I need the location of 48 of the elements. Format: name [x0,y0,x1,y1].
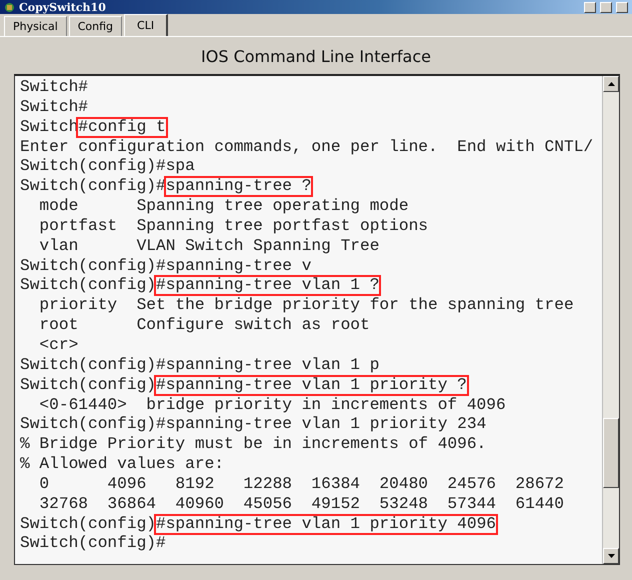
highlighted-command: #config t [76,116,168,138]
maximize-button[interactable] [600,2,612,12]
terminal-text: 32768 36864 40960 45056 49152 53248 57344 61440 [38,494,565,515]
highlighted-command: #spanning-tree vlan 1 priority 4096 [154,514,498,535]
tab[interactable]: Physical [4,16,67,36]
terminal-text: <cr> [38,334,80,356]
terminal-text: portfast Spanning tree portfast options [38,216,429,237]
tab[interactable]: CLI [124,14,168,36]
prompt-text: Switch(config)# [20,158,166,176]
highlighted-command: #spanning-tree vlan 1 ? [154,275,382,296]
terminal-text: mode Spanning tree operating mode [38,196,410,218]
terminal-text: <0-61440> bridge priority in increments of 4096 [38,394,507,416]
tab[interactable]: Config [68,16,122,36]
terminal-text: priority Set the bridge priority for the spanning tree [38,295,575,316]
prompt-text: Switch# [19,77,89,98]
window-title: CopySwitch10 [19,0,106,14]
prompt-text: Switch(config)# [20,356,166,374]
terminal-text: % Bridge Priority must be in increments of 4096. [19,434,488,456]
scrollbar[interactable] [602,76,619,564]
close-button[interactable] [616,2,628,12]
terminal-text: Enter configuration commands, one per line. End with CNTL/ [19,136,594,158]
down-arrow-icon [608,554,614,558]
prompt-text: Switch# [19,96,89,118]
minimize-button[interactable] [584,2,596,12]
prompt-text: Switch(config)# [20,178,166,196]
terminal-text: spanning-tree v [166,256,312,277]
terminal-text: spa [166,156,196,178]
terminal-text: root Configure switch as root [38,315,371,336]
terminal-text: 0 4096 8192 12288 16384 20480 24576 28672 [38,474,565,495]
scroll-down-button[interactable] [603,548,619,564]
scroll-thumb[interactable] [603,418,619,488]
prompt-text: Switch(config) [20,376,156,394]
terminal-text: % Allowed values are: [19,454,225,476]
terminal-text: spanning-tree vlan 1 priority 234 [166,414,488,436]
prompt-text: Switch(config) [20,516,156,533]
prompt-text: Switch(config) [20,277,156,294]
prompt-text: Switch(config)# [20,416,166,434]
prompt-text: Switch(config)# [19,533,167,554]
terminal-text: spanning-tree vlan 1 p [166,354,380,376]
prompt-text: Switch(config)# [20,258,166,275]
highlighted-command: #spanning-tree vlan 1 priority ? [154,374,469,396]
scroll-up-button[interactable] [603,76,619,92]
panel-heading: IOS Command Line Interface [201,47,431,66]
app-icon [4,2,15,12]
terminal-text: vlan VLAN Switch Spanning Tree [38,236,380,257]
prompt-text: Switch [20,118,78,136]
up-arrow-icon [608,82,614,86]
highlighted-command: spanning-tree ? [164,176,314,198]
